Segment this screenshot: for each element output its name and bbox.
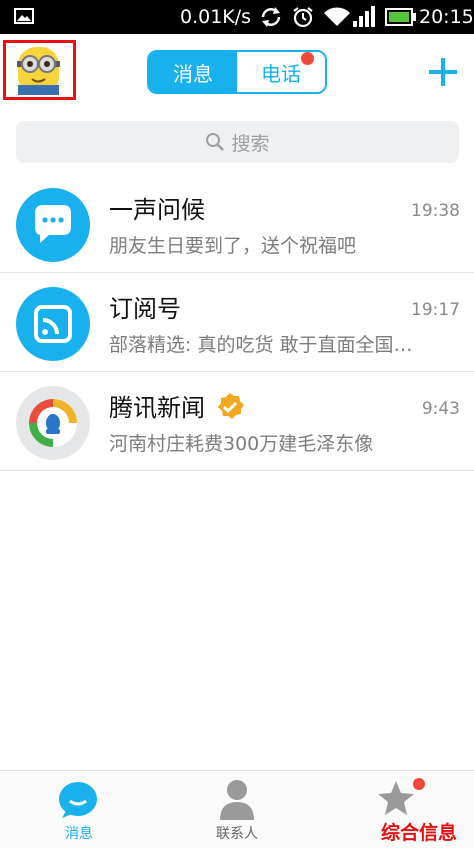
conversation-name: 腾讯新闻	[109, 393, 205, 423]
nav-contacts-label: 联系人	[216, 826, 258, 842]
status-bar: 0.01K/s 20:15	[0, 0, 474, 34]
conversation-item[interactable]: 订阅号 19:17 部落精选: 真的吃货 敢于直面全国…	[0, 274, 474, 372]
search-placeholder: 搜索	[231, 132, 270, 155]
verified-badge-icon	[218, 393, 244, 419]
minion-avatar-icon	[17, 47, 60, 95]
conversation-item[interactable]: 一声问候 19:38 朋友生日要到了，送个祝福吧	[0, 175, 474, 273]
plus-icon[interactable]	[428, 57, 458, 87]
conversation-name-text: 腾讯新闻	[109, 394, 205, 422]
calls-badge	[301, 52, 314, 65]
conversation-preview: 朋友生日要到了，送个祝福吧	[109, 235, 357, 257]
search-input[interactable]: 搜索	[16, 121, 459, 163]
conversation-time: 19:17	[411, 300, 460, 320]
conversation-time: 19:38	[411, 201, 460, 221]
rss-icon	[16, 287, 90, 361]
wifi-icon	[324, 7, 350, 26]
contacts-icon	[220, 780, 254, 820]
alarm-icon	[293, 7, 313, 28]
battery-icon	[385, 8, 416, 26]
tencent-news-icon	[16, 386, 90, 460]
dynamic-badge	[413, 778, 425, 790]
conversation-preview: 河南村庄耗费300万建毛泽东像	[109, 433, 374, 455]
sync-icon	[261, 7, 281, 27]
nav-messages-label: 消息	[65, 826, 93, 842]
gallery-icon	[14, 8, 34, 24]
avatar[interactable]	[3, 40, 76, 100]
watermark: 综合信息	[381, 822, 458, 844]
message-icon	[59, 782, 97, 818]
network-speed: 0.01K/s	[180, 6, 252, 28]
conversation-name: 一声问候	[109, 196, 205, 224]
conversation-item[interactable]: 腾讯新闻 9:43 河南村庄耗费300万建毛泽东像	[0, 373, 474, 471]
nav-contacts[interactable]: 联系人	[158, 771, 316, 849]
conversation-name: 订阅号	[109, 295, 181, 323]
tab-messages[interactable]: 消息	[149, 52, 237, 92]
nav-messages[interactable]: 消息	[0, 771, 158, 849]
clock: 20:15	[419, 6, 474, 28]
conversation-preview: 部落精选: 真的吃货 敢于直面全国…	[109, 334, 413, 356]
star-icon	[378, 781, 414, 815]
signal-icon	[353, 6, 375, 27]
conversation-time: 9:43	[421, 399, 460, 419]
search-icon	[206, 133, 225, 151]
message-call-switch: 消息 电话	[147, 50, 327, 94]
chat-bubble-icon	[16, 188, 90, 262]
